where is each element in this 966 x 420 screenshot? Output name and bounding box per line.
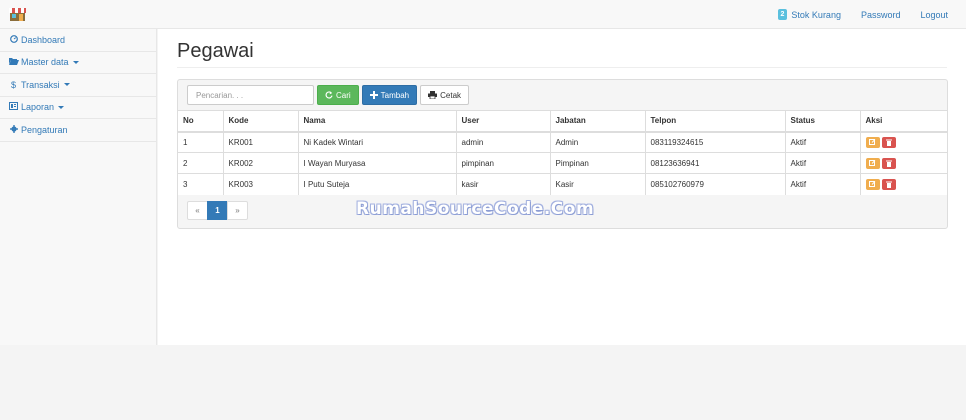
chevron-down-icon bbox=[72, 60, 79, 64]
table-header-row: No Kode Nama User Jabatan Telpon Status … bbox=[178, 110, 947, 133]
folder-open-icon bbox=[8, 57, 19, 67]
column-header-user[interactable]: User bbox=[455, 110, 550, 133]
stok-kurang-label: Stok Kurang bbox=[791, 9, 841, 20]
pagination: « 1 » bbox=[187, 201, 248, 220]
delete-button[interactable] bbox=[881, 157, 896, 169]
cell-telpon: 083119324615 bbox=[644, 131, 785, 153]
edit-icon bbox=[869, 139, 876, 146]
cell-status: Aktif bbox=[784, 152, 860, 174]
edit-button[interactable] bbox=[865, 178, 880, 190]
chevron-down-icon bbox=[63, 83, 70, 87]
trash-icon bbox=[885, 181, 892, 188]
sidebar-item-label: Transaksi bbox=[21, 79, 60, 90]
sidebar-item-label: Dashboard bbox=[21, 34, 66, 45]
tambah-button[interactable]: Tambah bbox=[361, 85, 418, 105]
edit-icon bbox=[869, 160, 876, 166]
edit-button[interactable] bbox=[865, 136, 880, 148]
logout-link[interactable]: Logout bbox=[910, 10, 966, 20]
cell-aksi bbox=[859, 152, 947, 174]
cell-no: 3 bbox=[178, 173, 223, 195]
gear-icon bbox=[8, 124, 19, 135]
sidebar-item-dashboard[interactable]: Dashboard bbox=[0, 29, 156, 52]
stok-kurang-link[interactable]: 2 Stok Kurang bbox=[768, 9, 851, 20]
cell-no: 2 bbox=[178, 152, 223, 174]
cell-jabatan: Admin bbox=[549, 131, 645, 153]
cell-user: kasir bbox=[455, 173, 550, 195]
dashboard-icon bbox=[8, 34, 19, 45]
tambah-label: Tambah bbox=[380, 90, 410, 100]
cell-jabatan: Pimpinan bbox=[549, 152, 645, 174]
column-header-kode[interactable]: Kode bbox=[222, 110, 298, 133]
edit-button[interactable] bbox=[865, 157, 880, 169]
title-divider bbox=[177, 67, 947, 68]
watermark: RumahSourceCode.Com bbox=[356, 199, 595, 219]
column-header-status[interactable]: Status bbox=[784, 110, 860, 133]
cell-kode: KR003 bbox=[222, 173, 298, 195]
cell-kode: KR002 bbox=[222, 152, 298, 174]
table-row: 2 KR002 I Wayan Muryasa pimpinan Pimpina… bbox=[178, 152, 947, 174]
report-icon bbox=[8, 102, 19, 112]
search-input[interactable] bbox=[187, 85, 314, 105]
cell-nama: Ni Kadek Wintari bbox=[297, 131, 456, 153]
pagination-prev[interactable]: « bbox=[187, 201, 208, 220]
column-header-aksi: Aksi bbox=[859, 110, 947, 133]
main-content: Pegawai Cari Tambah Cetak No Kode bbox=[158, 29, 966, 345]
cell-jabatan: Kasir bbox=[549, 173, 645, 195]
cell-status: Aktif bbox=[784, 173, 860, 195]
cell-no: 1 bbox=[178, 131, 223, 153]
cell-aksi bbox=[859, 173, 947, 195]
sidebar-item-pengaturan[interactable]: Pengaturan bbox=[0, 119, 156, 142]
cetak-button[interactable]: Cetak bbox=[420, 85, 470, 105]
sidebar-item-transaksi[interactable]: $ Transaksi bbox=[0, 74, 156, 97]
cell-aksi bbox=[859, 131, 947, 153]
cell-status: Aktif bbox=[784, 131, 860, 153]
cell-telpon: 085102760979 bbox=[644, 173, 785, 195]
password-link[interactable]: Password bbox=[851, 10, 911, 20]
cetak-label: Cetak bbox=[440, 90, 462, 100]
refresh-icon bbox=[325, 91, 333, 99]
sidebar-item-label: Laporan bbox=[21, 102, 55, 113]
column-header-no[interactable]: No bbox=[178, 110, 223, 133]
pagination-page[interactable]: 1 bbox=[207, 201, 228, 220]
trash-icon bbox=[885, 160, 892, 167]
chevron-down-icon bbox=[58, 105, 65, 109]
cell-telpon: 08123636941 bbox=[644, 152, 785, 174]
column-header-telpon[interactable]: Telpon bbox=[644, 110, 785, 133]
dollar-icon: $ bbox=[10, 79, 16, 90]
sidebar-item-label: Pengaturan bbox=[21, 124, 68, 135]
plus-icon bbox=[369, 91, 378, 99]
delete-button[interactable] bbox=[881, 178, 896, 190]
cell-user: admin bbox=[455, 131, 550, 153]
column-header-jabatan[interactable]: Jabatan bbox=[549, 110, 645, 133]
print-icon bbox=[428, 91, 438, 99]
cell-nama: I Wayan Muryasa bbox=[297, 152, 456, 174]
page-title: Pegawai bbox=[177, 40, 254, 62]
sidebar: Dashboard Master data $ Transaksi Lapora… bbox=[0, 29, 157, 345]
pagination-next[interactable]: » bbox=[227, 201, 248, 220]
stok-badge: 2 bbox=[777, 9, 788, 20]
cell-user: pimpinan bbox=[455, 152, 550, 174]
delete-button[interactable] bbox=[881, 136, 896, 148]
cari-button[interactable]: Cari bbox=[317, 85, 359, 105]
edit-icon bbox=[869, 181, 876, 188]
sidebar-item-master-data[interactable]: Master data bbox=[0, 52, 156, 74]
cell-kode: KR001 bbox=[222, 131, 298, 153]
table-row: 3 KR003 I Putu Suteja kasir Kasir 085102… bbox=[178, 173, 947, 195]
pegawai-table: No Kode Nama User Jabatan Telpon Status … bbox=[178, 110, 947, 195]
cell-nama: I Putu Suteja bbox=[297, 173, 456, 195]
table-row: 1 KR001 Ni Kadek Wintari admin Admin 083… bbox=[178, 131, 947, 153]
trash-icon bbox=[885, 139, 892, 146]
sidebar-item-label: Master data bbox=[21, 57, 69, 68]
sidebar-item-laporan[interactable]: Laporan bbox=[0, 97, 156, 119]
column-header-nama[interactable]: Nama bbox=[297, 110, 456, 133]
cari-label: Cari bbox=[336, 90, 351, 100]
toolbar: Cari Tambah Cetak bbox=[187, 85, 470, 105]
store-logo-icon[interactable] bbox=[9, 8, 26, 21]
top-navbar: 2 Stok Kurang Password Logout bbox=[0, 0, 966, 29]
